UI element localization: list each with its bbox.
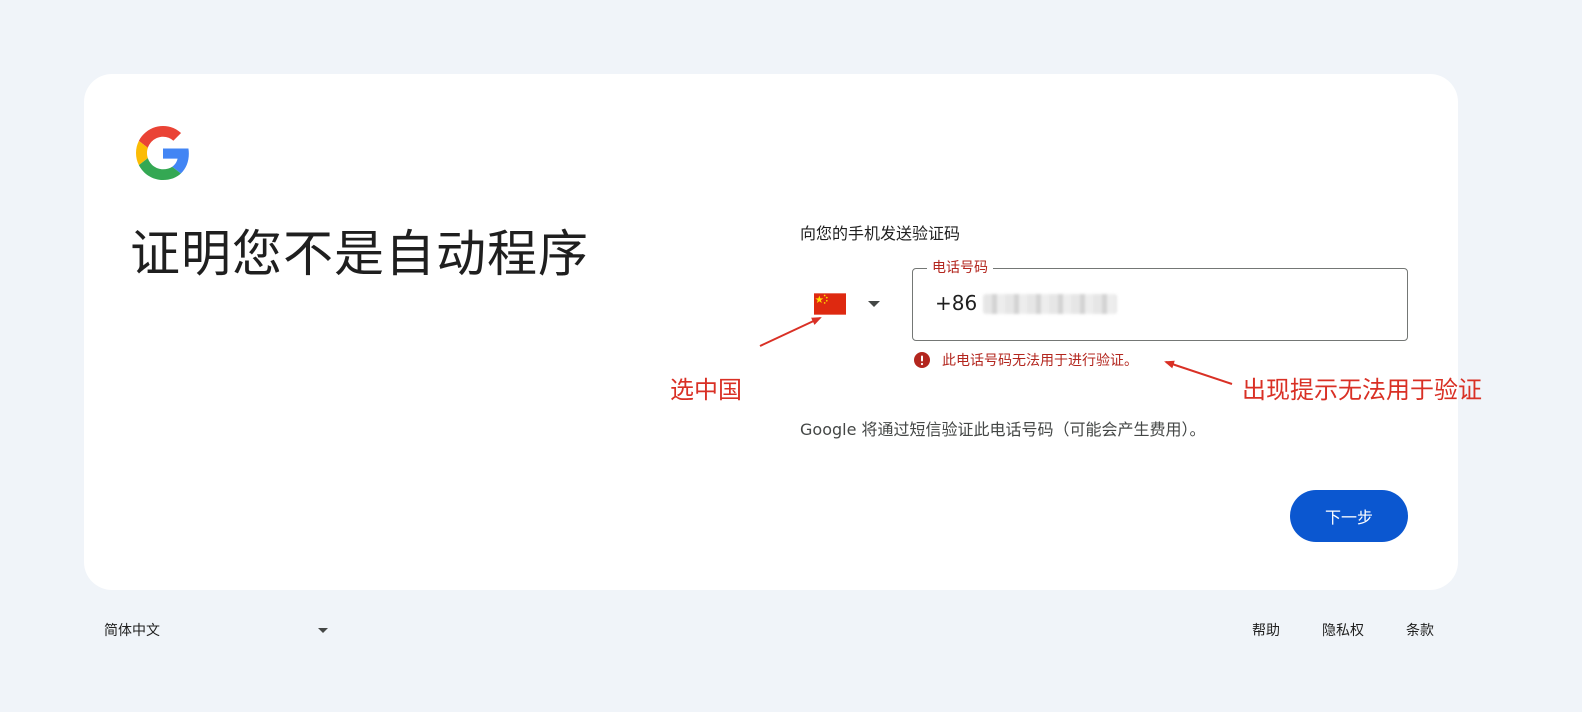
signin-card: 证明您不是自动程序 向您的手机发送验证码 电话号码 +86 此电话号码无法用于进… [84,74,1458,590]
footer-link-privacy[interactable]: 隐私权 [1322,620,1364,640]
error-text: 此电话号码无法用于进行验证。 [942,353,1138,369]
page: 证明您不是自动程序 向您的手机发送验证码 电话号码 +86 此电话号码无法用于进… [0,0,1582,712]
error-message: 此电话号码无法用于进行验证。 [914,350,1138,370]
footer-link-help[interactable]: 帮助 [1252,620,1280,640]
country-select[interactable] [814,286,894,322]
next-button[interactable]: 下一步 [1290,490,1408,542]
language-select[interactable]: 简体中文 [104,620,328,640]
google-g-logo-icon [136,126,189,180]
caret-down-icon [318,627,328,633]
section-label: 向您的手机发送验证码 [800,224,961,243]
page-title: 证明您不是自动程序 [130,225,589,283]
phone-number-field[interactable]: 电话号码 +86 [912,257,1408,341]
caret-down-icon [868,301,880,307]
annotation-select-china: 选中国 [670,376,742,404]
phone-country-code: +86 [935,291,978,315]
redacted-phone-number [983,294,1117,314]
china-flag-icon [814,293,846,315]
footer-links: 帮助 隐私权 条款 [1252,620,1434,640]
footer-link-terms[interactable]: 条款 [1406,620,1434,640]
language-label: 简体中文 [104,623,160,639]
sms-info-text: Google 将通过短信验证此电话号码（可能会产生费用）。 [800,420,1206,439]
phone-field-label: 电话号码 [927,257,993,277]
error-icon [914,352,930,368]
annotation-error-note: 出现提示无法用于验证 [1242,376,1482,404]
